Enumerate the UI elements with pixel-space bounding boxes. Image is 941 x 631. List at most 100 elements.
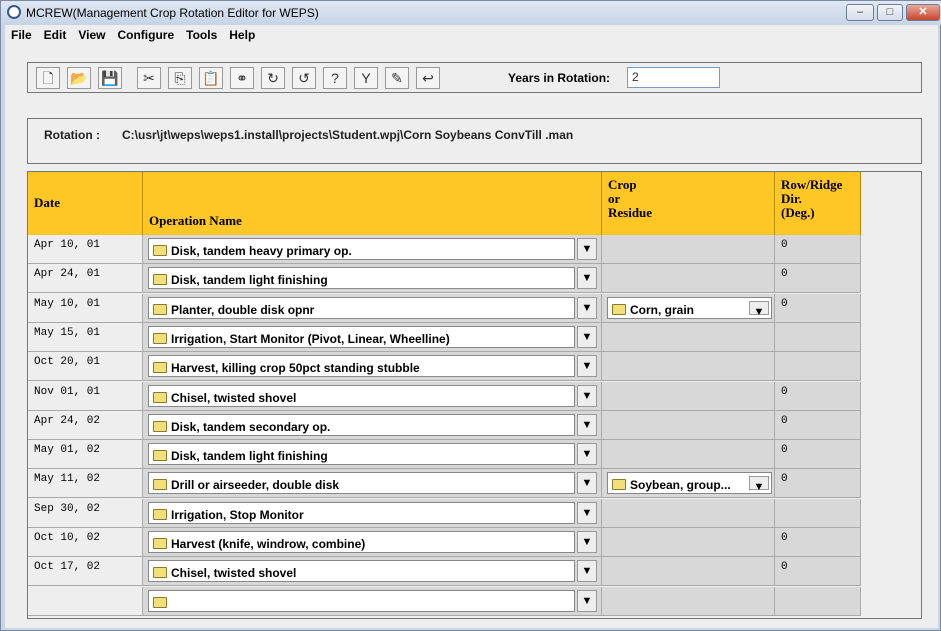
folder-icon[interactable] bbox=[153, 567, 167, 578]
date-cell[interactable]: May 15, 01 bbox=[28, 323, 143, 352]
folder-icon[interactable] bbox=[153, 509, 167, 520]
crop-cell[interactable] bbox=[602, 382, 775, 411]
undo-arrow-icon[interactable]: ↩ bbox=[416, 67, 440, 89]
crop-combobox[interactable]: Soybean, group... ▼ bbox=[607, 472, 772, 494]
menu-view[interactable]: View bbox=[72, 25, 111, 45]
chevron-down-icon[interactable]: ▼ bbox=[577, 355, 597, 377]
folder-icon[interactable] bbox=[153, 304, 167, 315]
crop-cell[interactable] bbox=[602, 264, 775, 293]
row-dir-cell[interactable]: 0 bbox=[775, 235, 861, 264]
operation-combobox[interactable]: Disk, tandem light finishing bbox=[148, 443, 575, 465]
crop-cell[interactable] bbox=[602, 499, 775, 528]
copy-icon[interactable]: ⎘ bbox=[168, 67, 192, 89]
date-cell[interactable]: Apr 24, 02 bbox=[28, 411, 143, 440]
crop-cell[interactable] bbox=[602, 352, 775, 381]
crop-cell[interactable]: Corn, grain ▼ bbox=[602, 294, 775, 323]
chevron-down-icon[interactable]: ▼ bbox=[577, 414, 597, 436]
folder-icon[interactable] bbox=[153, 421, 167, 432]
date-cell[interactable] bbox=[28, 587, 143, 616]
crop-cell[interactable]: Soybean, group... ▼ bbox=[602, 469, 775, 498]
chevron-down-icon[interactable]: ▼ bbox=[577, 297, 597, 319]
chevron-down-icon[interactable]: ▼ bbox=[577, 267, 597, 289]
cut-icon[interactable]: ✂ bbox=[137, 67, 161, 89]
row-dir-cell[interactable] bbox=[775, 352, 861, 381]
menu-file[interactable]: File bbox=[5, 25, 38, 45]
folder-icon[interactable] bbox=[153, 362, 167, 373]
chevron-down-icon[interactable]: ▼ bbox=[749, 476, 769, 493]
folder-icon[interactable] bbox=[153, 274, 167, 285]
maximize-button[interactable]: □ bbox=[877, 4, 903, 21]
crop-cell[interactable] bbox=[602, 557, 775, 586]
folder-icon[interactable] bbox=[153, 538, 167, 549]
filter-icon[interactable]: Y bbox=[354, 67, 378, 89]
operation-combobox[interactable]: Planter, double disk opnr bbox=[148, 297, 575, 319]
operation-combobox[interactable]: Irrigation, Stop Monitor bbox=[148, 502, 575, 524]
chevron-down-icon[interactable]: ▼ bbox=[577, 443, 597, 465]
chevron-down-icon[interactable]: ▼ bbox=[577, 531, 597, 553]
operation-combobox[interactable]: Disk, tandem light finishing bbox=[148, 267, 575, 289]
date-cell[interactable]: May 01, 02 bbox=[28, 440, 143, 469]
folder-icon[interactable] bbox=[153, 392, 167, 403]
operation-combobox[interactable]: Chisel, twisted shovel bbox=[148, 385, 575, 407]
row-dir-cell[interactable]: 0 bbox=[775, 557, 861, 586]
operation-combobox[interactable]: Disk, tandem secondary op. bbox=[148, 414, 575, 436]
years-in-rotation-input[interactable]: 2 bbox=[627, 67, 720, 88]
crop-cell[interactable] bbox=[602, 235, 775, 264]
row-dir-cell[interactable]: 0 bbox=[775, 440, 861, 469]
crop-cell[interactable] bbox=[602, 587, 775, 616]
folder-icon[interactable] bbox=[153, 245, 167, 256]
minimize-button[interactable]: – bbox=[846, 4, 874, 21]
edit-pencil-icon[interactable]: ✎ bbox=[385, 67, 409, 89]
operation-combobox[interactable]: Drill or airseeder, double disk bbox=[148, 472, 575, 494]
row-dir-cell[interactable]: 0 bbox=[775, 411, 861, 440]
date-cell[interactable]: Oct 17, 02 bbox=[28, 557, 143, 586]
crop-cell[interactable] bbox=[602, 323, 775, 352]
row-dir-cell[interactable] bbox=[775, 587, 861, 616]
folder-icon[interactable] bbox=[612, 304, 626, 315]
row-dir-cell[interactable] bbox=[775, 499, 861, 528]
chevron-down-icon[interactable]: ▼ bbox=[577, 560, 597, 582]
date-cell[interactable]: Sep 30, 02 bbox=[28, 499, 143, 528]
rotate-right-icon[interactable]: ↻ bbox=[261, 67, 285, 89]
chevron-down-icon[interactable]: ▼ bbox=[577, 385, 597, 407]
crop-cell[interactable] bbox=[602, 528, 775, 557]
operation-combobox[interactable]: Harvest, killing crop 50pct standing stu… bbox=[148, 355, 575, 377]
date-cell[interactable]: Apr 10, 01 bbox=[28, 235, 143, 264]
operation-combobox[interactable] bbox=[148, 590, 575, 612]
menu-configure[interactable]: Configure bbox=[111, 25, 180, 45]
date-cell[interactable]: May 10, 01 bbox=[28, 294, 143, 323]
chevron-down-icon[interactable]: ▼ bbox=[749, 301, 769, 318]
folder-icon[interactable] bbox=[153, 333, 167, 344]
row-dir-cell[interactable]: 0 bbox=[775, 382, 861, 411]
row-dir-cell[interactable]: 0 bbox=[775, 469, 861, 498]
operation-combobox[interactable]: Harvest (knife, windrow, combine) bbox=[148, 531, 575, 553]
chevron-down-icon[interactable]: ▼ bbox=[577, 502, 597, 524]
date-cell[interactable]: Oct 20, 01 bbox=[28, 352, 143, 381]
row-dir-cell[interactable] bbox=[775, 323, 861, 352]
folder-icon[interactable] bbox=[153, 450, 167, 461]
close-button[interactable]: ✕ bbox=[906, 4, 940, 21]
chevron-down-icon[interactable]: ▼ bbox=[577, 238, 597, 260]
chevron-down-icon[interactable]: ▼ bbox=[577, 590, 597, 612]
crop-cell[interactable] bbox=[602, 440, 775, 469]
chevron-down-icon[interactable]: ▼ bbox=[577, 326, 597, 348]
chevron-down-icon[interactable]: ▼ bbox=[577, 472, 597, 494]
link-icon[interactable]: ⚭ bbox=[230, 67, 254, 89]
menu-edit[interactable]: Edit bbox=[38, 25, 73, 45]
save-icon[interactable]: 💾 bbox=[98, 67, 122, 89]
crop-cell[interactable] bbox=[602, 411, 775, 440]
date-cell[interactable]: May 11, 02 bbox=[28, 469, 143, 498]
folder-icon[interactable] bbox=[153, 597, 167, 608]
operation-combobox[interactable]: Chisel, twisted shovel bbox=[148, 560, 575, 582]
operation-combobox[interactable]: Disk, tandem heavy primary op. bbox=[148, 238, 575, 260]
crop-combobox[interactable]: Corn, grain ▼ bbox=[607, 297, 772, 319]
row-dir-cell[interactable]: 0 bbox=[775, 264, 861, 293]
new-file-icon[interactable]: 🗋 bbox=[36, 67, 60, 89]
rotate-left-icon[interactable]: ↺ bbox=[292, 67, 316, 89]
menu-help[interactable]: Help bbox=[223, 25, 261, 45]
operation-combobox[interactable]: Irrigation, Start Monitor (Pivot, Linear… bbox=[148, 326, 575, 348]
folder-icon[interactable] bbox=[612, 479, 626, 490]
row-dir-cell[interactable]: 0 bbox=[775, 294, 861, 323]
row-dir-cell[interactable]: 0 bbox=[775, 528, 861, 557]
date-cell[interactable]: Oct 10, 02 bbox=[28, 528, 143, 557]
